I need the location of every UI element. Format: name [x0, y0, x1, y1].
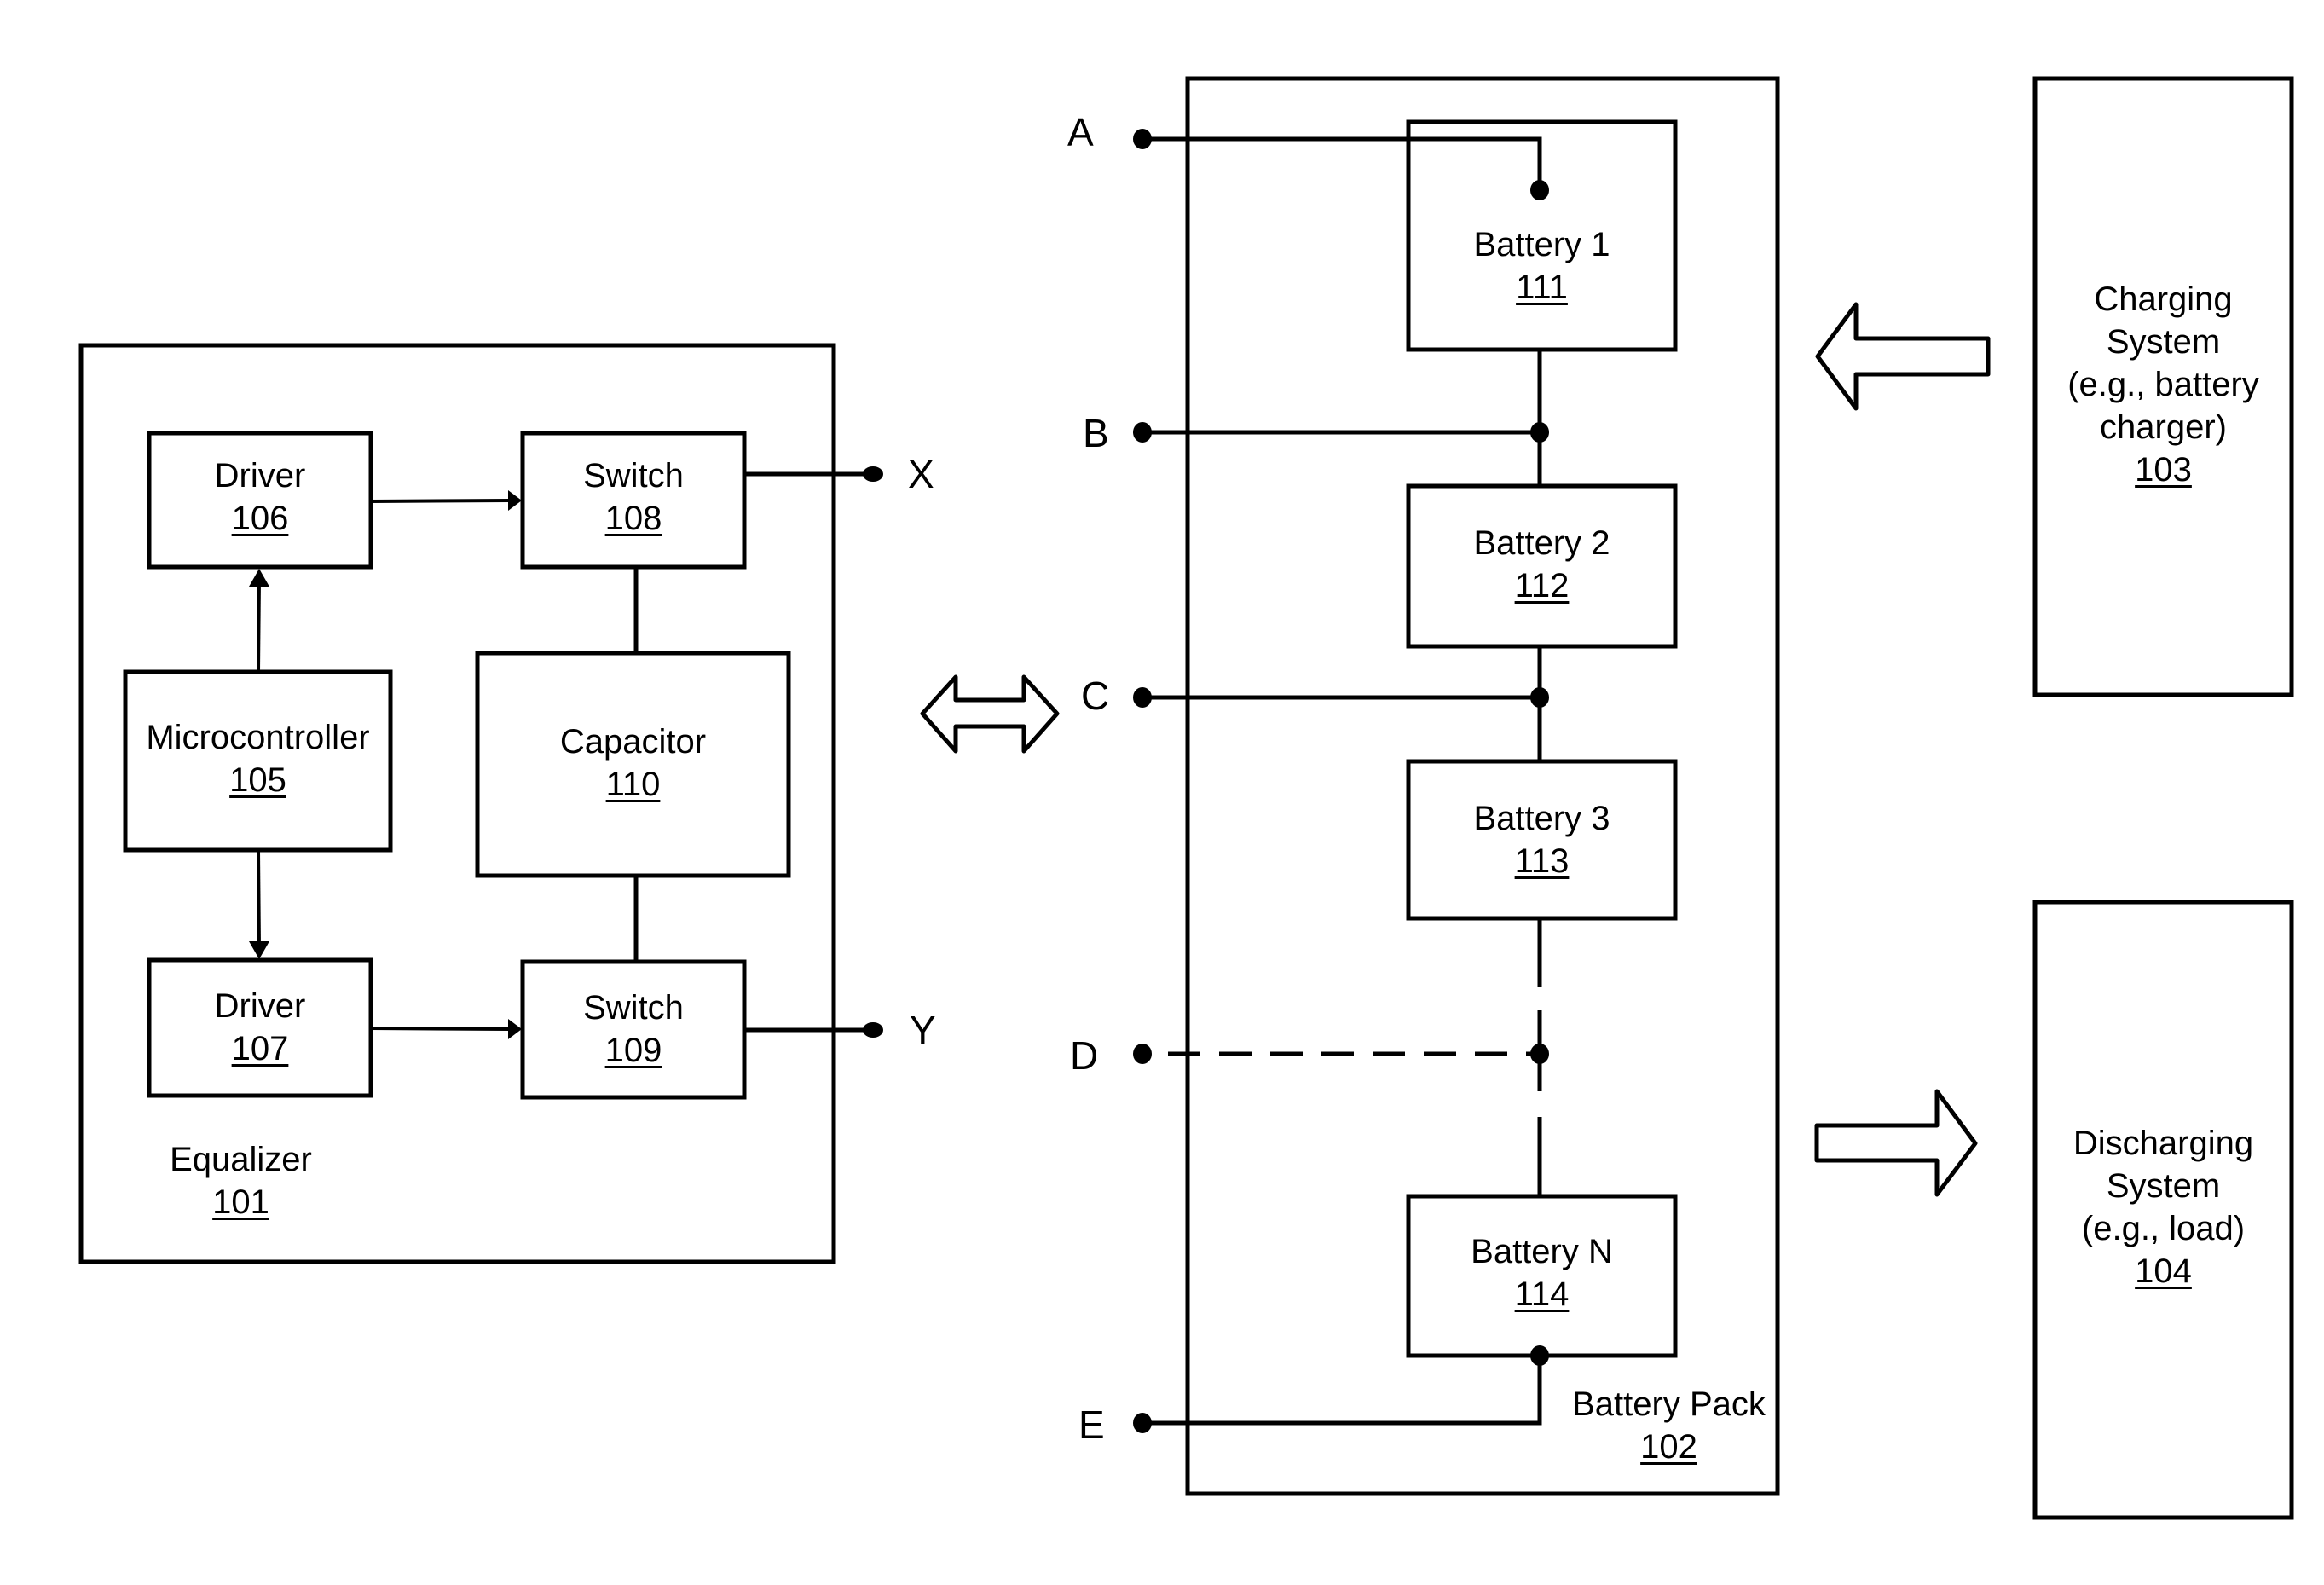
charging-line-3: (e.g., battery	[2067, 366, 2259, 403]
battery-1-label: Battery 1 111	[1408, 223, 1675, 309]
terminal-e-dot	[1133, 1413, 1152, 1433]
terminal-a-label: A	[1067, 110, 1094, 154]
charging-line-4: charger)	[2100, 408, 2227, 446]
equalizer-ref: 101	[212, 1183, 269, 1221]
terminal-a-dot	[1133, 129, 1152, 149]
terminal-y-label: Y	[910, 1008, 936, 1052]
arrowhead-switch109	[508, 1019, 522, 1039]
battery-n-label: Battery N 114	[1408, 1230, 1675, 1316]
discharging-line-3: (e.g., load)	[2081, 1210, 2246, 1247]
capacitor-110-label: Capacitor 110	[477, 720, 789, 806]
node-b	[1530, 422, 1549, 443]
terminal-b-label: B	[1083, 411, 1109, 455]
battery-3-label: Battery 3 113	[1408, 797, 1675, 882]
terminal-b-dot	[1133, 422, 1152, 443]
switch-109-label: Switch 109	[523, 986, 744, 1072]
charging-system-label: Charging System (e.g., battery charger) …	[2035, 278, 2292, 491]
terminal-y-dot	[863, 1022, 883, 1038]
microcontroller-105-ref: 105	[229, 761, 286, 799]
equalizer-label: Equalizer 101	[153, 1138, 328, 1223]
capacitor-110-name: Capacitor	[559, 723, 707, 761]
driver-107-ref: 107	[231, 1030, 289, 1067]
node-battery1-top	[1530, 180, 1549, 200]
discharging-ref: 104	[2135, 1252, 2192, 1290]
microcontroller-105-name: Microcontroller	[146, 719, 370, 756]
battery-3-ref: 113	[1514, 842, 1570, 880]
driver-106-ref: 106	[231, 500, 289, 537]
node-c	[1530, 687, 1549, 708]
micro-to-driver107-arrow	[257, 849, 261, 948]
charging-line-1: Charging	[2094, 281, 2233, 318]
micro-to-driver106-arrow	[257, 579, 261, 673]
driver-106-label: Driver 106	[149, 454, 371, 540]
battery-n-ref: 114	[1514, 1276, 1570, 1313]
terminal-c-label: C	[1081, 674, 1110, 718]
discharging-line-2: System	[2106, 1167, 2221, 1205]
switch-109-name: Switch	[583, 989, 684, 1027]
battery-2-name: Battery 2	[1473, 524, 1610, 562]
switch-108-name: Switch	[583, 457, 684, 495]
battery-n-name: Battery N	[1471, 1233, 1613, 1270]
driver-107-name: Driver	[214, 987, 306, 1025]
battery-pack-ref: 102	[1640, 1428, 1697, 1466]
arrowhead-driver106	[249, 569, 269, 587]
battery-pack-label: Battery Pack 102	[1564, 1383, 1773, 1468]
node-d	[1530, 1044, 1549, 1064]
terminal-c-dot	[1133, 687, 1152, 708]
terminal-x-dot	[863, 466, 883, 482]
arrowhead-driver107	[249, 941, 269, 959]
battery-2-ref: 112	[1514, 567, 1570, 604]
bidirectional-arrow-icon	[920, 674, 1060, 754]
terminal-d-label: D	[1070, 1033, 1099, 1078]
switch-108-label: Switch 108	[523, 454, 744, 540]
discharging-line-1: Discharging	[2073, 1125, 2254, 1162]
battery-1-ref: 111	[1516, 269, 1568, 306]
charging-ref: 103	[2135, 451, 2192, 489]
terminal-e-wire	[1142, 1356, 1542, 1426]
driver-107-label: Driver 107	[149, 985, 371, 1070]
switch-108-ref: 108	[604, 500, 662, 537]
terminal-e-label: E	[1078, 1403, 1105, 1447]
battery-2-label: Battery 2 112	[1408, 522, 1675, 607]
terminal-d-dot	[1133, 1044, 1152, 1064]
battery-1-name: Battery 1	[1473, 226, 1610, 263]
terminal-x-label: X	[908, 452, 934, 496]
switch-109-ref: 109	[604, 1032, 662, 1069]
discharging-system-label: Discharging System (e.g., load) 104	[2035, 1122, 2292, 1293]
equalizer-name: Equalizer	[170, 1141, 312, 1178]
driver107-to-switch109-arrow	[370, 1027, 511, 1031]
arrowhead-switch108	[508, 490, 522, 511]
charging-line-2: System	[2106, 323, 2221, 361]
driver106-to-switch108-arrow	[370, 499, 511, 503]
microcontroller-105-label: Microcontroller 105	[125, 716, 390, 801]
driver-106-name: Driver	[214, 457, 306, 495]
battery-3-name: Battery 3	[1473, 800, 1610, 837]
capacitor-110-ref: 110	[605, 766, 661, 803]
terminal-a-wire	[1142, 136, 1542, 190]
node-batteryn-bottom	[1530, 1345, 1549, 1366]
charging-arrow-left-icon	[1815, 302, 1991, 411]
discharging-arrow-right-icon	[1814, 1089, 1978, 1197]
battery-pack-name: Battery Pack	[1572, 1385, 1766, 1423]
